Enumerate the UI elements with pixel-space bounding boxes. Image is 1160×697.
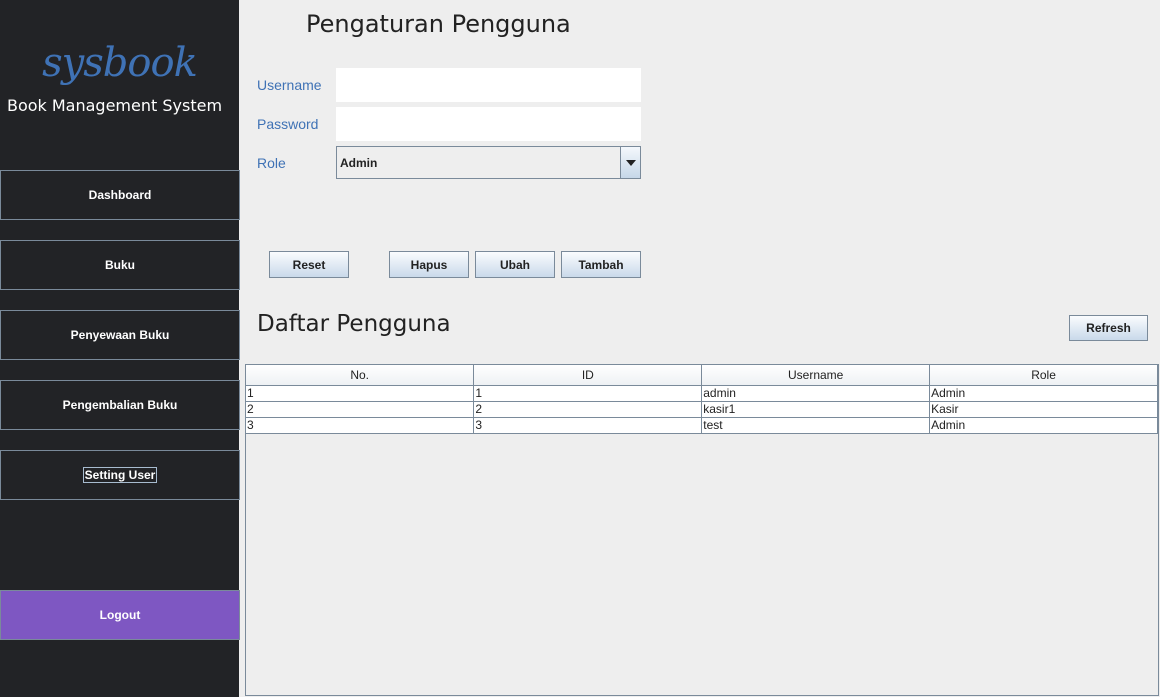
sidebar-item-buku[interactable]: Buku [0,240,240,290]
username-input[interactable] [336,68,641,102]
reset-button[interactable]: Reset [269,251,349,278]
dropdown-button[interactable] [620,147,640,178]
sidebar: sysbook Book Management System Dashboard… [0,0,240,697]
password-label: Password [257,116,319,132]
table-row[interactable]: 2 2 kasir1 Kasir [246,401,1158,418]
sidebar-item-label: Buku [105,258,135,272]
username-label: Username [257,77,322,93]
sidebar-item-setting-user[interactable]: Setting User [0,450,240,500]
sidebar-item-label: Dashboard [88,188,152,202]
refresh-button[interactable]: Refresh [1069,315,1148,341]
column-header-username[interactable]: Username [701,365,931,386]
cell-role: Admin [929,417,1158,434]
column-header-id[interactable]: ID [473,365,703,386]
column-header-role[interactable]: Role [929,365,1158,386]
table-row[interactable]: 1 1 admin Admin [246,385,1158,402]
role-label: Role [257,155,286,171]
role-select-value: Admin [340,155,378,170]
delete-button[interactable]: Hapus [389,251,469,278]
password-input[interactable] [336,107,641,141]
sidebar-item-pengembalian-buku[interactable]: Pengembalian Buku [0,380,240,430]
chevron-down-icon [625,159,636,166]
cell-id: 2 [473,401,703,418]
cell-no: 2 [246,401,475,418]
page-title: Pengaturan Pengguna [306,10,571,38]
cell-id: 1 [473,385,703,402]
sidebar-item-label: Setting User [82,467,158,483]
users-table-container[interactable]: No. ID Username Role 1 1 admin Admin 2 2… [245,364,1159,696]
role-select[interactable]: Admin [336,146,641,179]
sidebar-item-label: Penyewaan Buku [70,328,170,342]
table-row[interactable]: 3 3 test Admin [246,417,1158,434]
cell-id: 3 [473,417,703,434]
logout-button[interactable]: Logout [0,590,240,640]
cell-username: test [701,417,931,434]
cell-no: 1 [246,385,475,402]
table-header-row: No. ID Username Role [246,365,1158,386]
cell-no: 3 [246,417,475,434]
app-logo: sysbook [42,40,198,86]
cell-role: Kasir [929,401,1158,418]
app-subtitle: Book Management System [6,96,223,115]
sidebar-item-dashboard[interactable]: Dashboard [0,170,240,220]
sidebar-item-label: Pengembalian Buku [62,398,178,412]
cell-username: kasir1 [701,401,931,418]
sidebar-item-penyewaan-buku[interactable]: Penyewaan Buku [0,310,240,360]
users-table: No. ID Username Role 1 1 admin Admin 2 2… [246,365,1158,434]
edit-button[interactable]: Ubah [475,251,555,278]
column-header-no[interactable]: No. [246,365,475,386]
logout-label: Logout [99,608,141,622]
cell-username: admin [701,385,931,402]
cell-role: Admin [929,385,1158,402]
list-title: Daftar Pengguna [257,311,451,337]
add-button[interactable]: Tambah [561,251,641,278]
